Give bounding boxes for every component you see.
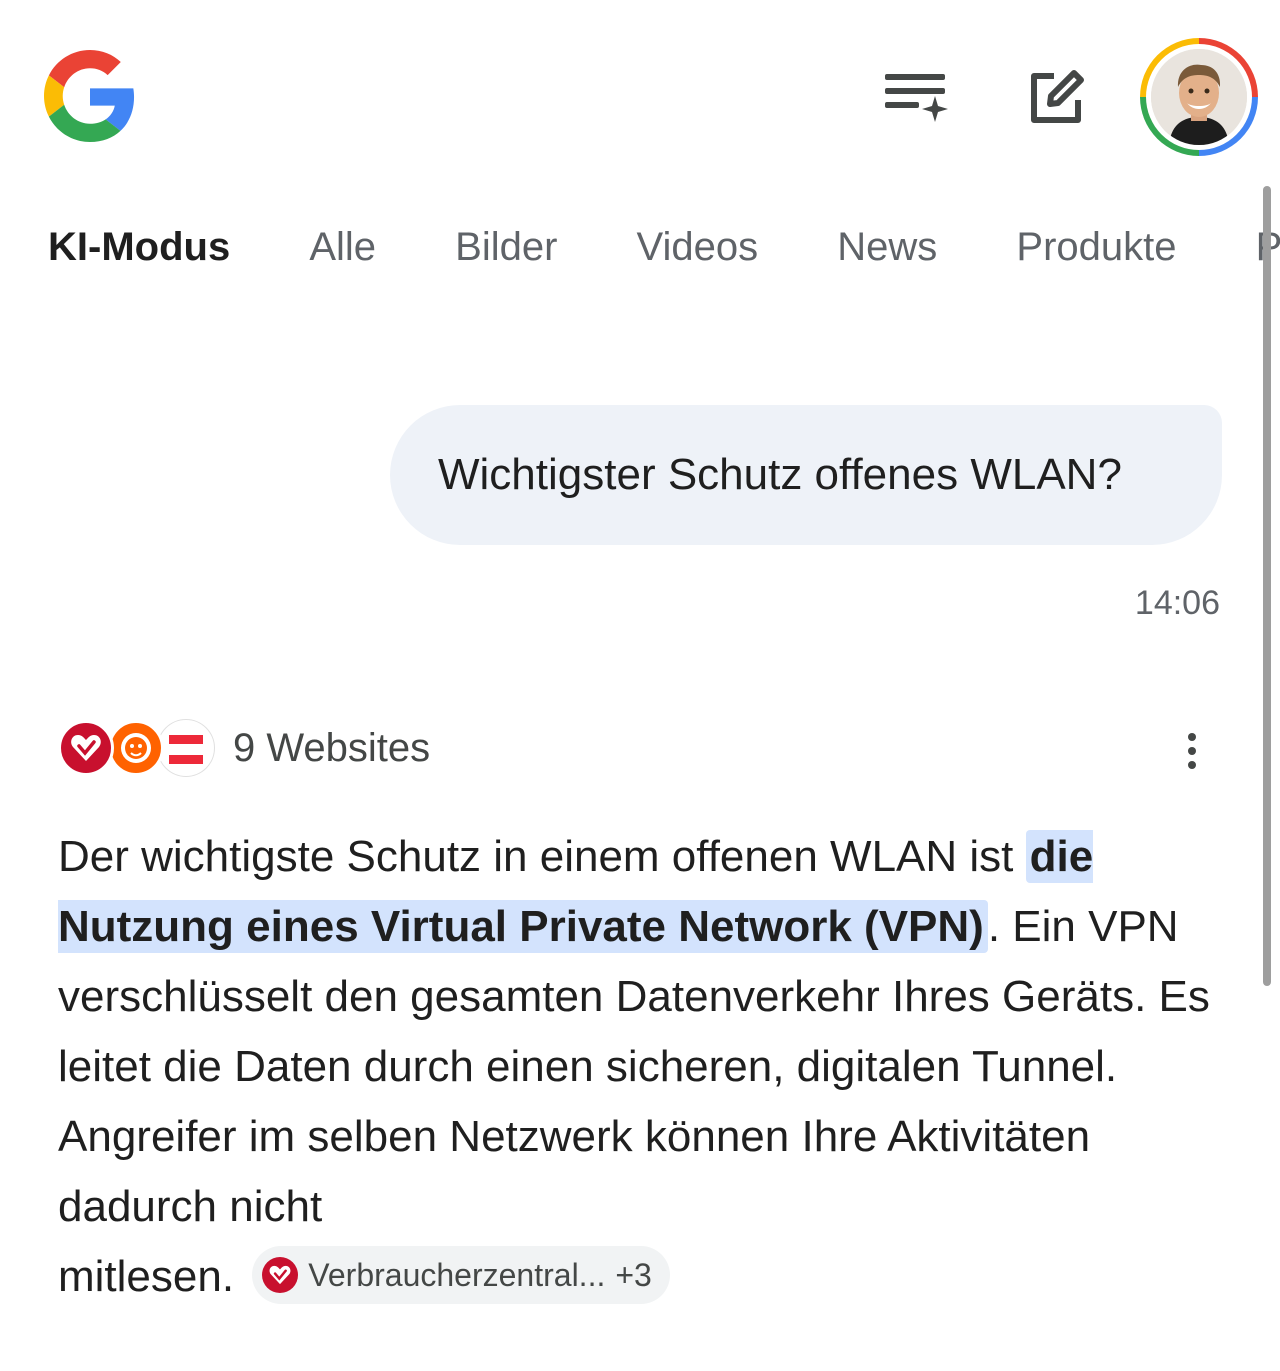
avatar: [1151, 49, 1247, 145]
citation-label: Verbraucherzentral...: [308, 1257, 606, 1294]
tab-ki-modus[interactable]: KI-Modus: [48, 222, 230, 272]
more-vert-dot: [1188, 761, 1196, 769]
heart-check-icon: [71, 735, 101, 761]
ai-history-button[interactable]: [876, 58, 956, 138]
sources-row: 9 Websites: [58, 716, 1228, 786]
list-sparkle-icon: [885, 74, 948, 122]
verbraucherzentrale-favicon[interactable]: [58, 720, 114, 776]
tab-alle[interactable]: Alle: [309, 222, 376, 272]
edit-square-icon: [1031, 70, 1084, 123]
tab-produkte[interactable]: Produkte: [1016, 222, 1176, 272]
ai-answer-text: Der wichtigste Schutz in einem offenen W…: [58, 822, 1228, 1312]
citation-chip[interactable]: Verbraucherzentral... +3: [252, 1246, 670, 1305]
flag-stripe: [169, 735, 203, 744]
citation-more: +3: [615, 1257, 652, 1294]
more-options-button[interactable]: [1172, 726, 1212, 776]
tab-videos[interactable]: Videos: [637, 222, 759, 272]
lion-icon: [121, 733, 151, 763]
more-vert-dot: [1188, 747, 1196, 755]
tab-news[interactable]: News: [837, 222, 937, 272]
profile-photo-icon: [1151, 49, 1247, 145]
sources-count-link[interactable]: 9 Websites: [233, 726, 430, 771]
google-g-icon: [44, 50, 135, 142]
more-vert-dot: [1188, 733, 1196, 741]
austria-flag-favicon[interactable]: [158, 720, 214, 776]
scrollbar[interactable]: [1263, 186, 1271, 986]
flag-stripe: [169, 755, 203, 764]
account-avatar-button[interactable]: [1140, 38, 1258, 156]
answer-end: mitlesen.: [58, 1252, 247, 1301]
google-logo[interactable]: [44, 50, 136, 142]
answer-intro: Der wichtigste Schutz in einem offenen W…: [58, 832, 1026, 881]
verbraucherzentrale-icon: [262, 1257, 299, 1294]
search-tabs: KI-Modus Alle Bilder Videos News Produkt…: [48, 222, 1280, 272]
heart-check-icon: [269, 1266, 291, 1285]
new-chat-button[interactable]: [1016, 58, 1096, 138]
ing-lion-favicon[interactable]: [108, 720, 164, 776]
user-query-bubble: Wichtigster Schutz offenes WLAN?: [390, 405, 1222, 545]
tab-bilder[interactable]: Bilder: [455, 222, 557, 272]
user-query-text: Wichtigster Schutz offenes WLAN?: [438, 450, 1122, 499]
avatar-border: [1146, 44, 1252, 150]
query-timestamp: 14:06: [1134, 584, 1220, 622]
